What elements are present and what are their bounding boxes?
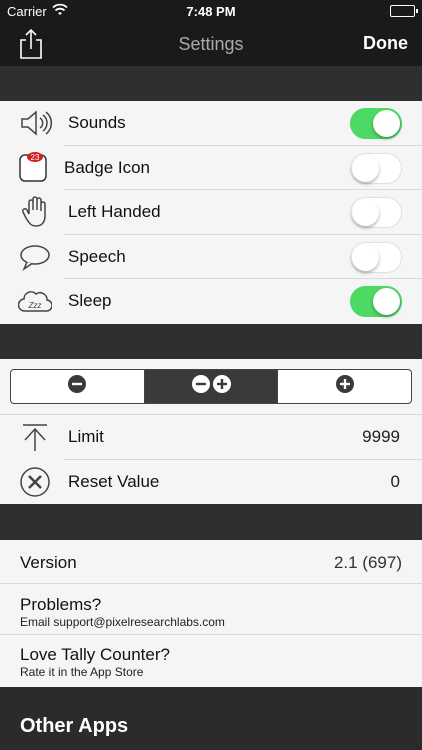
setting-label: Speech: [68, 246, 126, 266]
svg-text:Zzz: Zzz: [28, 301, 42, 310]
rate-title: Love Tally Counter?: [20, 645, 170, 664]
battery-icon: [390, 5, 418, 17]
other-apps-heading: Other Apps: [20, 715, 129, 737]
reset-x-icon: [18, 466, 52, 498]
section-gap: [0, 324, 422, 359]
setting-row-sleep: Zzz Sleep: [0, 279, 422, 324]
status-time: 7:48 PM: [186, 4, 236, 19]
badge-count: 23: [31, 153, 40, 162]
setting-label: Sounds: [68, 113, 126, 132]
mode-minus-segment[interactable]: [11, 370, 145, 403]
rate-app-row[interactable]: Love Tally Counter? Rate it in the App S…: [0, 635, 422, 687]
reset-value-row[interactable]: Reset Value 0: [0, 460, 422, 505]
increment-mode-control: [10, 369, 412, 404]
setting-row-badge-icon: 23 Badge Icon: [0, 146, 422, 191]
speech-toggle[interactable]: [350, 241, 402, 273]
left-handed-toggle[interactable]: [350, 197, 402, 229]
plus-circle-icon: [212, 374, 232, 399]
sleep-cloud-icon: Zzz: [18, 285, 52, 317]
section-gap: [0, 504, 422, 540]
setting-label: Left Handed: [68, 202, 161, 222]
limit-arrow-icon: [18, 421, 52, 453]
sleep-toggle[interactable]: [350, 286, 402, 318]
hand-icon: [18, 196, 52, 228]
mode-plus-segment[interactable]: [278, 370, 411, 403]
section-gap: [0, 66, 422, 101]
limit-value: 9999: [362, 427, 400, 446]
mode-minus-plus-segment[interactable]: [144, 370, 279, 403]
problems-subtitle: Email support@pixelresearchlabs.com: [20, 615, 225, 629]
setting-label: Badge Icon: [64, 157, 151, 177]
setting-row-sounds: Sounds: [0, 101, 422, 146]
about-group: Version 2.1 (697) Problems? Email suppor…: [0, 540, 422, 687]
other-apps-section: Other Apps: [0, 687, 422, 750]
status-bar: Carrier 7:48 PM: [0, 0, 422, 22]
rate-subtitle: Rate it in the App Store: [20, 665, 144, 679]
speaker-icon: [18, 107, 52, 139]
minus-circle-icon: [191, 374, 211, 399]
problems-title: Problems?: [20, 595, 102, 614]
minus-circle-icon: [67, 374, 87, 399]
navigation-bar: Settings Done: [0, 22, 422, 66]
page-title: Settings: [178, 34, 244, 54]
setting-label: Sleep: [68, 291, 112, 311]
reset-value-label: Reset Value: [68, 472, 160, 491]
plus-circle-icon: [335, 374, 355, 399]
limit-row[interactable]: Limit 9999: [0, 415, 422, 460]
badge-icon: 23: [17, 151, 51, 183]
done-button[interactable]: Done: [363, 33, 408, 54]
setting-row-left-handed: Left Handed: [0, 190, 422, 235]
toggle-settings-group: Sounds 23 Badge Icon Left Handed Speech …: [0, 101, 422, 324]
reset-value-value: 0: [390, 472, 400, 491]
setting-row-speech: Speech: [0, 235, 422, 280]
sounds-toggle[interactable]: [350, 108, 402, 139]
limit-label: Limit: [68, 427, 104, 446]
version-value: 2.1 (697): [333, 553, 402, 572]
problems-row[interactable]: Problems? Email support@pixelresearchlab…: [0, 584, 422, 635]
version-row: Version 2.1 (697): [0, 540, 422, 584]
badge-icon-toggle[interactable]: [350, 152, 402, 184]
version-label: Version: [20, 553, 77, 572]
speech-bubble-icon: [18, 241, 52, 273]
